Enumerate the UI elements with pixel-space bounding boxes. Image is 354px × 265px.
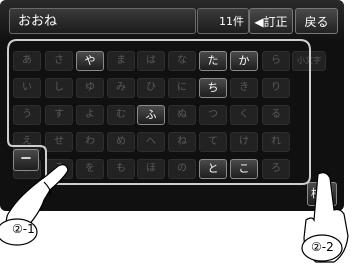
kana-key[interactable]: て (199, 132, 227, 152)
kana-key[interactable]: み (107, 78, 135, 98)
kana-key[interactable]: く (230, 105, 258, 125)
kana-key[interactable]: わ (76, 132, 104, 152)
dash-key[interactable]: ー (13, 149, 39, 171)
kana-key[interactable]: か (230, 51, 258, 71)
search-button[interactable]: 検索 (307, 182, 337, 206)
kana-key[interactable]: よ (76, 105, 104, 125)
kana-key[interactable]: と (199, 159, 227, 179)
kana-key[interactable]: ふ (137, 105, 165, 125)
kana-key[interactable]: い (13, 78, 41, 98)
kana-key[interactable]: な (168, 51, 196, 71)
kana-key[interactable]: ね (168, 132, 196, 152)
kana-key[interactable]: へ (137, 132, 165, 152)
kana-key[interactable]: す (45, 105, 73, 125)
kana-key[interactable]: そ (45, 159, 73, 179)
correct-button[interactable]: ◀訂正 (249, 8, 293, 34)
kana-key[interactable]: れ (262, 132, 290, 152)
kana-key[interactable]: む (107, 105, 135, 125)
kana-key[interactable]: さ (45, 51, 73, 71)
kana-key[interactable]: を (76, 159, 104, 179)
kana-key[interactable]: け (230, 132, 258, 152)
kana-key[interactable]: め (107, 132, 135, 152)
step-callout-left: ②-1 (12, 222, 35, 236)
header-bar: おおね 11件 ◀訂正 戻る (0, 0, 344, 41)
kana-key[interactable]: き (230, 78, 258, 98)
kana-key[interactable]: こ (230, 159, 258, 179)
kana-key[interactable]: は (137, 51, 165, 71)
kana-key[interactable]: ほ (137, 159, 165, 179)
navigation-screen: おおね 11件 ◀訂正 戻る あさやまはなたから小文字いしゆみひにちきりうすよむ… (0, 0, 344, 211)
kana-key[interactable]: 小文字 (292, 51, 326, 71)
kana-key[interactable]: に (168, 78, 196, 98)
kana-key[interactable]: る (262, 105, 290, 125)
kana-key[interactable]: ら (262, 51, 290, 71)
kana-key[interactable]: り (262, 78, 290, 98)
kana-key[interactable]: う (13, 105, 41, 125)
result-count: 11件 (197, 8, 249, 34)
kana-key[interactable]: ひ (137, 78, 165, 98)
kana-key[interactable]: ぬ (168, 105, 196, 125)
kana-key[interactable]: ち (199, 78, 227, 98)
kana-key[interactable]: も (107, 159, 135, 179)
kana-key[interactable]: や (76, 51, 104, 71)
kana-key[interactable]: あ (13, 51, 41, 71)
kana-key[interactable]: ろ (262, 159, 290, 179)
kana-key[interactable]: つ (199, 105, 227, 125)
kana-key[interactable]: ま (107, 51, 135, 71)
kana-key[interactable]: せ (45, 132, 73, 152)
kana-key[interactable]: し (45, 78, 73, 98)
kana-key[interactable]: の (168, 159, 196, 179)
kana-key[interactable]: ゆ (76, 78, 104, 98)
step-callout-right: ②-2 (311, 240, 334, 254)
query-field: おおね (9, 8, 196, 34)
back-button[interactable]: 戻る (295, 8, 338, 34)
kana-key[interactable]: た (199, 51, 227, 71)
